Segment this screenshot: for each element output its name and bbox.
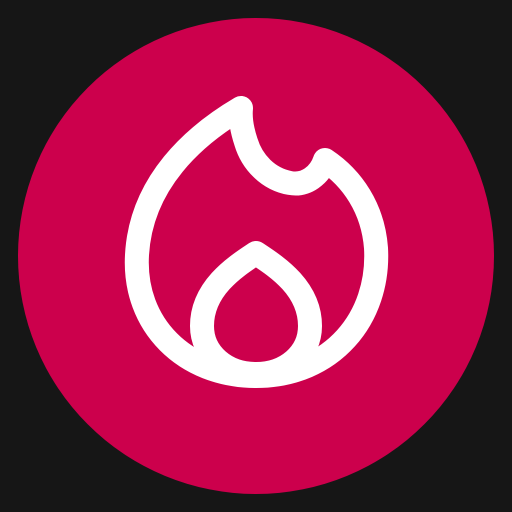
flame-inner-drop: [190, 241, 322, 386]
app-icon-canvas: [0, 0, 512, 512]
fire-icon: [124, 96, 389, 388]
